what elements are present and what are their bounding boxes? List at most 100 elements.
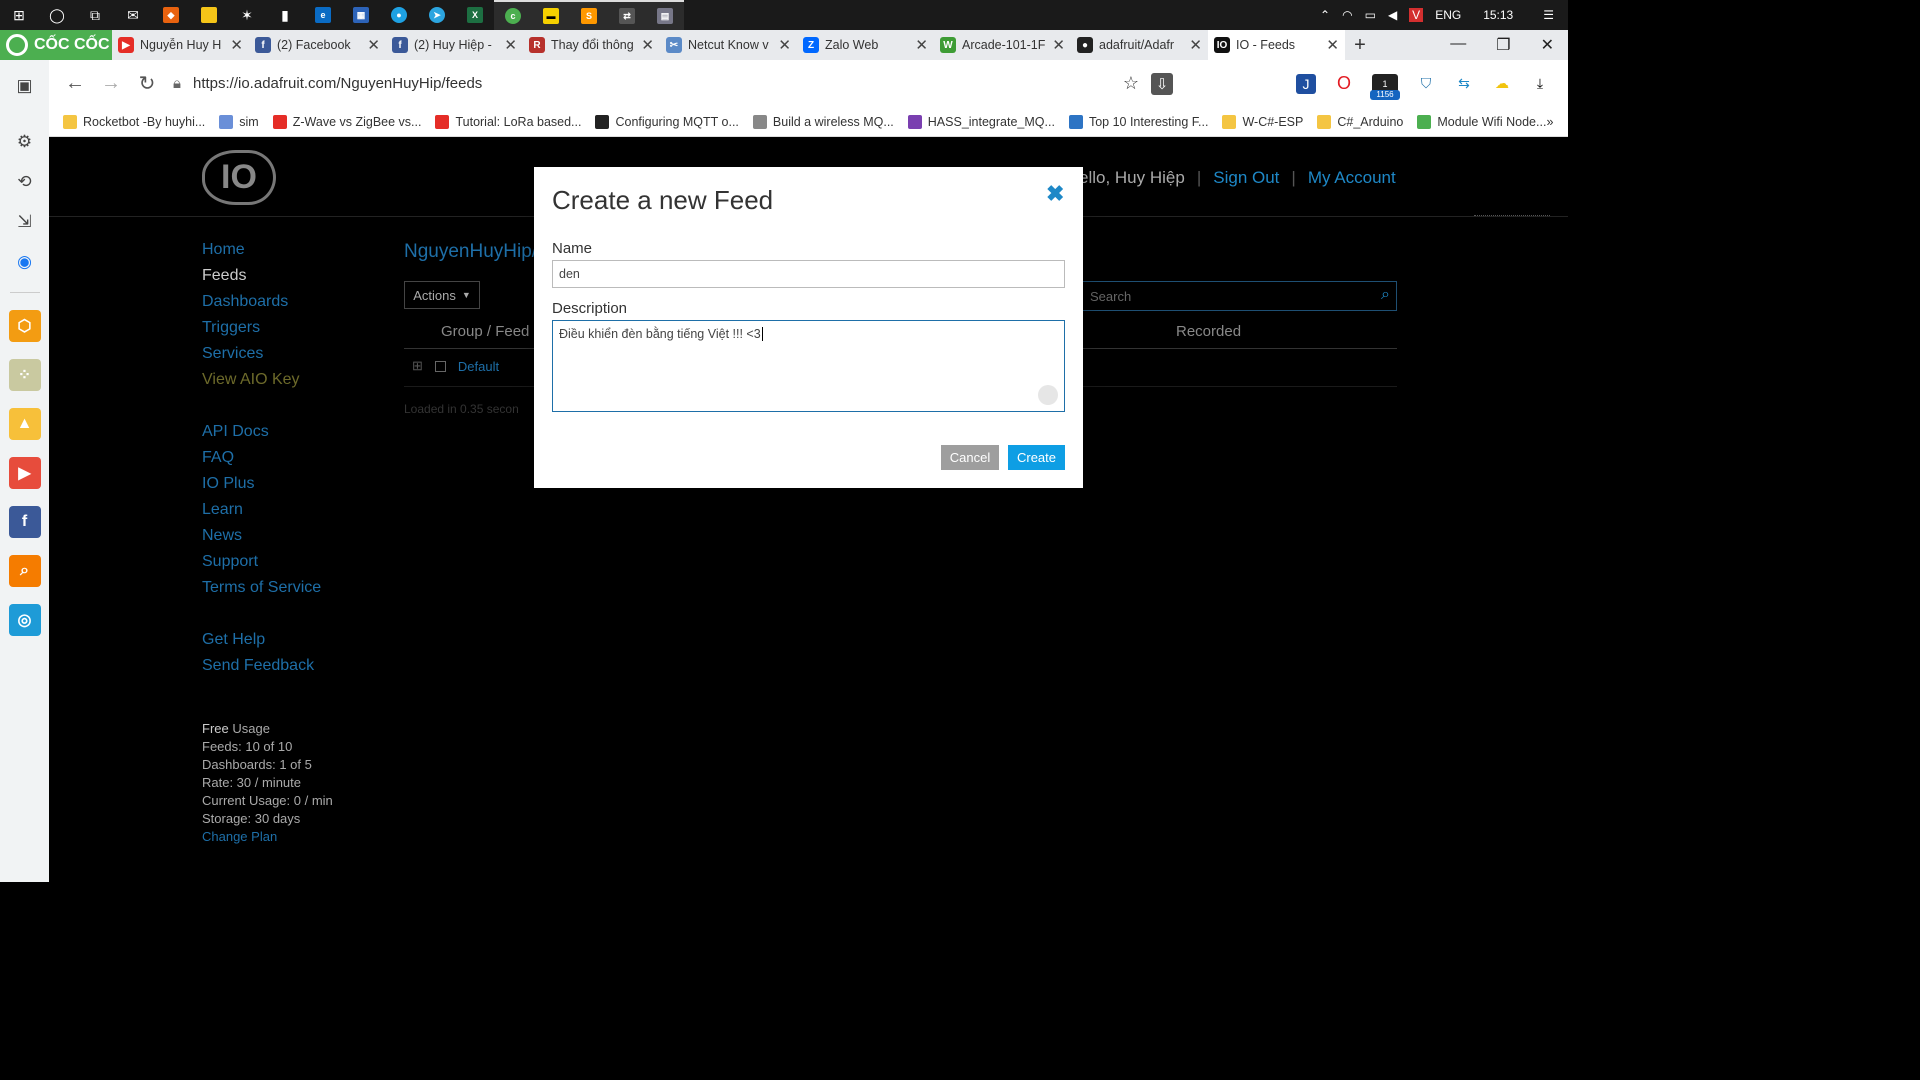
telegram-icon[interactable]: ➤ <box>418 0 456 30</box>
browser-tab[interactable]: f (2) Huy Hiệp - ✕ <box>386 30 523 60</box>
tab-close-icon[interactable]: ✕ <box>915 36 928 54</box>
battery-icon[interactable]: ▭ <box>1365 8 1376 22</box>
network-icon[interactable]: ▤ <box>646 0 684 30</box>
extension-j-icon[interactable]: J <box>1296 73 1316 94</box>
tab-close-icon[interactable]: ✕ <box>230 36 243 54</box>
feeds-page-title[interactable]: NguyenHuyHip/ <box>404 241 537 263</box>
sidebar-app-youtube-icon[interactable]: ▶ <box>8 457 41 489</box>
downloads-icon[interactable]: ⤓ <box>1530 74 1550 94</box>
bookmark-item[interactable]: C#_Arduino <box>1317 114 1403 129</box>
minimize-icon[interactable]: — <box>1450 35 1466 55</box>
sticky-notes-icon[interactable]: ▬ <box>532 0 570 30</box>
bookmark-item[interactable]: Configuring MQTT o... <box>595 114 739 129</box>
app-icon[interactable]: ▦ <box>342 0 380 30</box>
url-text[interactable]: https://io.adafruit.com/NguyenHuyHip/fee… <box>193 75 482 92</box>
feed-search-input[interactable]: Search ⌕ <box>1081 281 1397 311</box>
bookmark-item[interactable]: Tutorial: LoRa based... <box>435 114 581 129</box>
browser-tab[interactable]: ▶ Nguyễn Huy H ✕ <box>112 30 249 60</box>
description-field[interactable]: Điều khiển đèn bằng tiếng Việt !!! <3 <box>552 320 1065 412</box>
sign-out-link[interactable]: Sign Out <box>1213 168 1279 188</box>
nav-link-feeds[interactable]: Feeds <box>202 266 321 286</box>
tab-close-icon[interactable]: ✕ <box>1326 36 1339 54</box>
wifi-icon[interactable]: ◠ <box>1342 8 1352 22</box>
forward-arrow-icon[interactable]: → <box>93 72 129 95</box>
sidebar-app-dots-icon[interactable]: ⁘ <box>8 359 41 391</box>
nav-link-send-feedback[interactable]: Send Feedback <box>202 656 321 676</box>
file-explorer-icon[interactable] <box>190 0 228 30</box>
nav-link-dashboards[interactable]: Dashboards <box>202 292 321 312</box>
browser-tab[interactable]: ● adafruit/Adafr ✕ <box>1071 30 1208 60</box>
my-account-link[interactable]: My Account <box>1308 168 1396 188</box>
back-arrow-icon[interactable]: ← <box>57 72 93 95</box>
sublime-icon[interactable]: S <box>570 0 608 30</box>
extension-badge-icon[interactable]: 1 1156 <box>1370 73 1400 100</box>
tab-close-icon[interactable]: ✕ <box>1189 36 1202 54</box>
bug-icon[interactable]: ✶ <box>228 0 266 30</box>
nav-link-services[interactable]: Services <box>202 344 321 364</box>
coccoc-menu-button[interactable]: CỐC CỐC <box>0 30 112 60</box>
bookmark-item[interactable]: Build a wireless MQ... <box>752 114 894 129</box>
nav-link-home[interactable]: Home <box>202 240 321 260</box>
matlab-icon[interactable]: ◆ <box>152 0 190 30</box>
notifications-icon[interactable]: ☰ <box>1543 8 1554 22</box>
sidebar-toggle-icon[interactable]: ▣ <box>9 70 41 102</box>
bookmark-item[interactable]: sim <box>219 114 259 129</box>
remote-desktop-icon[interactable]: ⇄ <box>608 0 646 30</box>
download-manager-icon[interactable]: ⇲ <box>9 206 41 238</box>
sidebar-app-flame-icon[interactable]: ▲ <box>8 408 41 440</box>
browser-tab[interactable]: IO IO - Feeds ✕ <box>1208 30 1345 60</box>
bookmark-item[interactable]: Module Wifi Node... <box>1417 114 1546 129</box>
clock[interactable]: 15:13 <box>1483 8 1513 22</box>
skype-icon[interactable]: ● <box>380 0 418 30</box>
row-checkbox[interactable] <box>434 360 446 372</box>
close-icon[interactable]: ✖ <box>1046 181 1064 207</box>
extension-shield-icon[interactable]: ⛉ <box>1416 74 1436 94</box>
settings-gear-icon[interactable]: ⚙ <box>9 126 41 158</box>
change-plan-link[interactable]: Change Plan <box>202 828 333 846</box>
bookmark-item[interactable]: HASS_integrate_MQ... <box>907 114 1055 129</box>
tab-close-icon[interactable]: ✕ <box>641 36 654 54</box>
nav-link-triggers[interactable]: Triggers <box>202 318 321 338</box>
bookmark-item[interactable]: Top 10 Interesting F... <box>1068 114 1208 129</box>
tab-close-icon[interactable]: ✕ <box>504 36 517 54</box>
browser-tab[interactable]: ✂ Netcut Know v ✕ <box>660 30 797 60</box>
nav-link-view-aio-key[interactable]: View AIO Key <box>202 370 321 390</box>
nav-link-io-plus[interactable]: IO Plus <box>202 474 321 494</box>
messenger-icon[interactable]: ◉ <box>9 246 41 278</box>
extension-weather-icon[interactable]: ☁ <box>1492 74 1512 94</box>
browser-tab[interactable]: Z Zalo Web ✕ <box>797 30 934 60</box>
volume-icon[interactable]: ◀ <box>1388 8 1397 22</box>
tab-close-icon[interactable]: ✕ <box>778 36 791 54</box>
nav-link-news[interactable]: News <box>202 526 321 546</box>
excel-icon[interactable]: X <box>456 0 494 30</box>
vietkey-icon[interactable]: V <box>1409 8 1424 22</box>
reload-icon[interactable]: ↻ <box>129 71 165 96</box>
name-field[interactable]: den <box>552 260 1065 288</box>
coccoc-icon[interactable]: c <box>494 0 532 30</box>
tab-close-icon[interactable]: ✕ <box>367 36 380 54</box>
bookmark-item[interactable]: W-C#-ESP <box>1222 114 1303 129</box>
extension-translate-icon[interactable]: ⇆ <box>1454 74 1474 94</box>
sidebar-app-media-icon[interactable]: ◎ <box>8 604 41 636</box>
browser-tab[interactable]: f (2) Facebook ✕ <box>249 30 386 60</box>
edge-icon[interactable]: e <box>304 0 342 30</box>
nav-link-api-docs[interactable]: API Docs <box>202 422 321 442</box>
cortana-icon[interactable]: ◯ <box>38 0 76 30</box>
input-helper-icon[interactable] <box>1038 385 1058 405</box>
chevron-up-icon[interactable]: ⌃ <box>1320 8 1330 22</box>
task-view-icon[interactable]: ⧉ <box>76 0 114 30</box>
expand-plus-icon[interactable]: ⊞ <box>412 358 423 374</box>
nav-link-faq[interactable]: FAQ <box>202 448 321 468</box>
tab-close-icon[interactable]: ✕ <box>1052 36 1065 54</box>
nav-link-terms-of-service[interactable]: Terms of Service <box>202 578 321 598</box>
maximize-icon[interactable]: ❐ <box>1496 35 1510 55</box>
bookmarks-overflow-icon[interactable]: » <box>1546 115 1571 129</box>
browser-tab[interactable]: R Thay đổi thông ✕ <box>523 30 660 60</box>
windows-start-icon[interactable]: ⊞ <box>0 0 38 30</box>
history-icon[interactable]: ⟲ <box>9 166 41 198</box>
bookmark-item[interactable]: Rocketbot -By huyhi... <box>63 114 205 129</box>
usb-icon[interactable]: ▮ <box>266 0 304 30</box>
nav-link-support[interactable]: Support <box>202 552 321 572</box>
bookmark-item[interactable]: Z-Wave vs ZigBee vs... <box>272 114 421 129</box>
group-default-link[interactable]: Default <box>458 359 499 374</box>
